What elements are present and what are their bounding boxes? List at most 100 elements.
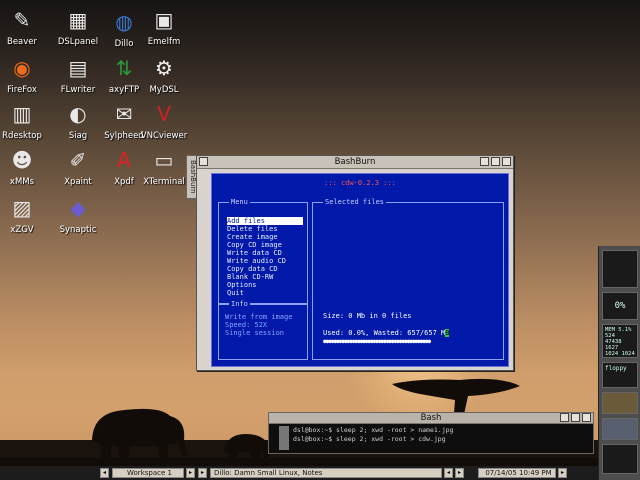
- used-highlight: B: [445, 329, 450, 337]
- bash-titlebar[interactable]: Bash: [269, 413, 593, 424]
- minimize-button[interactable]: [480, 157, 489, 166]
- desktop-icon-label: MyDSL: [149, 85, 179, 95]
- bashburn-header: ::: cdw-0.2.3 :::: [324, 179, 396, 187]
- menu-item-blank-cd-rw[interactable]: Blank CD-RW: [227, 273, 303, 281]
- menu-item-delete-files[interactable]: Delete files: [227, 225, 303, 233]
- menu-item-write-audio-cd[interactable]: Write audio CD: [227, 257, 303, 265]
- desktop-icon-xterminal[interactable]: ▭ XTerminal: [136, 146, 192, 187]
- menu-item-write-data-cd[interactable]: Write data CD: [227, 249, 303, 257]
- dslpanel-icon: ▦: [68, 8, 88, 32]
- bash-close-button[interactable]: [582, 413, 591, 422]
- synaptic-icon: ◆: [70, 196, 86, 220]
- desktop-icon-label: Synaptic: [59, 225, 97, 235]
- menu-item-add-files[interactable]: Add files: [227, 217, 303, 225]
- dock-app-monitor[interactable]: [602, 250, 638, 288]
- workspace-label[interactable]: Workspace 1: [112, 468, 184, 478]
- memory-stats: MEM 5.1% 524 47438 1627 1024 1024: [602, 324, 638, 358]
- mydsl-gears-icon: ⚙: [155, 56, 173, 80]
- bash-line: dsl@box:~$ sleep 2; xwd -root > name1.jp…: [293, 426, 454, 434]
- info-list: Write from image Speed: 52X Single session: [225, 313, 292, 337]
- task-next-button[interactable]: ▸: [455, 468, 464, 478]
- siag-icon: ◐: [69, 102, 87, 126]
- desktop-icon-vncviewer[interactable]: V VNCviewer: [136, 100, 192, 141]
- floppy-label: floppy: [605, 365, 627, 372]
- bash-output[interactable]: dsl@box:~$ sleep 2; xwd -root > name1.jp…: [293, 426, 453, 444]
- bash-title: Bash: [420, 413, 442, 423]
- desktop-icon-label: xZGV: [10, 225, 34, 235]
- vnc-icon: V: [157, 102, 171, 126]
- desktop-icon-xzgv[interactable]: ▨ xZGV: [0, 194, 50, 235]
- clock: 07/14/05 10:49 PM: [478, 468, 556, 478]
- emelfm-icon: ▣: [154, 8, 174, 32]
- bash-line: dsl@box:~$ sleep 2; xwd -root > cdw.jpg: [293, 435, 446, 443]
- task-prev-button[interactable]: ◂: [444, 468, 453, 478]
- menu-box: Menu Add files Delete files Create image Co…: [218, 198, 308, 304]
- desktop-icon-mydsl[interactable]: ⚙ MyDSL: [136, 54, 192, 95]
- workspace-prev-button[interactable]: ◂: [100, 468, 109, 478]
- menu-list: Add files Delete files Create image Copy CD…: [227, 217, 303, 297]
- bash-scroll-control[interactable]: [279, 426, 289, 450]
- desktop-icon-label: Emelfm: [147, 37, 181, 47]
- floppy-dock-app[interactable]: floppy: [602, 362, 638, 388]
- sylpheed-icon: ✉: [115, 102, 133, 126]
- xmms-penguin-icon: ☻: [11, 148, 33, 172]
- desktop-icon-label: VNCviewer: [140, 131, 188, 141]
- menu-item-create-image[interactable]: Create image: [227, 233, 303, 241]
- rdesktop-icon: ▥: [12, 102, 32, 126]
- info-box: Info Write from image Speed: 52X Single se…: [218, 300, 308, 360]
- xzgv-icon: ▨: [12, 196, 32, 220]
- info-line: Speed: 52X: [225, 321, 268, 329]
- bashburn-terminal[interactable]: ::: cdw-0.2.3 ::: Menu Add files Delete f…: [211, 173, 509, 367]
- desktop-icon-synaptic[interactable]: ◆ Synaptic: [50, 194, 106, 235]
- desktop-icon-beaver[interactable]: ✎ Beaver: [0, 6, 50, 47]
- selected-files-label: Selected files: [323, 198, 387, 206]
- info-box-label: Info: [229, 300, 250, 308]
- beaver-pen-icon: ✎: [13, 8, 31, 32]
- desktop-icon-label: XTerminal: [143, 177, 185, 187]
- info-line: Write from image: [225, 313, 293, 321]
- dillo-globe-icon: ◍: [115, 10, 133, 34]
- size-summary: Size: 0 Mb in 0 files: [323, 312, 412, 320]
- task-arrow-button[interactable]: ▸: [198, 468, 207, 478]
- menu-item-quit[interactable]: Quit: [227, 289, 303, 297]
- dock-app-2[interactable]: [602, 418, 638, 440]
- info-line: Single session: [225, 329, 285, 337]
- dock-app-1[interactable]: [602, 392, 638, 414]
- selected-files-box: Selected files Size: 0 Mb in 0 files Use…: [312, 198, 504, 360]
- bash-maximize-button[interactable]: [571, 413, 580, 422]
- dock-app-3[interactable]: [602, 444, 638, 474]
- used-summary: Used: 0.0%, Wasted: 657/657 MB: [323, 329, 450, 337]
- cpu-meter: 0%: [602, 292, 638, 320]
- axyftp-icon: ⇅: [115, 56, 133, 80]
- workspace-next-button[interactable]: ▸: [186, 468, 195, 478]
- stat-line: MEM 5.1% 524: [605, 327, 632, 339]
- xterminal-icon: ▭: [154, 148, 174, 172]
- menu-box-label: Menu: [229, 198, 250, 206]
- desktop-icon-rdesktop[interactable]: ▥ Rdesktop: [0, 100, 50, 141]
- bashburn-titlebar[interactable]: BashBurn: [197, 156, 513, 169]
- dock-panel: 0% MEM 5.1% 524 47438 1627 1024 1024 flo…: [598, 246, 640, 480]
- taskbar: ◂ Workspace 1 ▸ ▸ Dillo: Damn Small Linu…: [0, 466, 598, 480]
- bash-minimize-button[interactable]: [560, 413, 569, 422]
- bashburn-window: BashBurn ::: cdw-0.2.3 ::: Menu Add file…: [196, 155, 514, 371]
- desktop-icon-label: Rdesktop: [2, 131, 42, 141]
- task-dillo[interactable]: Dillo: Damn Small Linux, Notes: [210, 468, 442, 478]
- close-button[interactable]: [502, 157, 511, 166]
- maximize-button[interactable]: [491, 157, 500, 166]
- desktop-icon-firefox[interactable]: ◉ FireFox: [0, 54, 50, 95]
- menu-item-copy-data-cd[interactable]: Copy data CD: [227, 265, 303, 273]
- bash-window: Bash dsl@box:~$ sleep 2; xwd -root > nam…: [268, 412, 594, 454]
- desktop-icon-label: xMMs: [9, 177, 35, 187]
- flwriter-icon: ▤: [68, 56, 88, 80]
- desktop-icon-xmms[interactable]: ☻ xMMs: [0, 146, 50, 187]
- menu-item-copy-cd-image[interactable]: Copy CD image: [227, 241, 303, 249]
- desktop-icon-emelfm[interactable]: ▣ Emelfm: [136, 6, 192, 47]
- progress-dots: ●●●●●●●●●●●●●●●●●●●●●●●●●●●●●●●●●●●●●●●●…: [323, 338, 431, 345]
- firefox-icon: ◉: [13, 56, 31, 80]
- desktop-icon-label: FireFox: [7, 85, 37, 95]
- tray-button[interactable]: ▸: [558, 468, 567, 478]
- menu-item-options[interactable]: Options: [227, 281, 303, 289]
- bashburn-title: BashBurn: [334, 157, 376, 167]
- xpaint-icon: ✐: [69, 148, 87, 172]
- stat-line: 1024 1024: [605, 351, 635, 357]
